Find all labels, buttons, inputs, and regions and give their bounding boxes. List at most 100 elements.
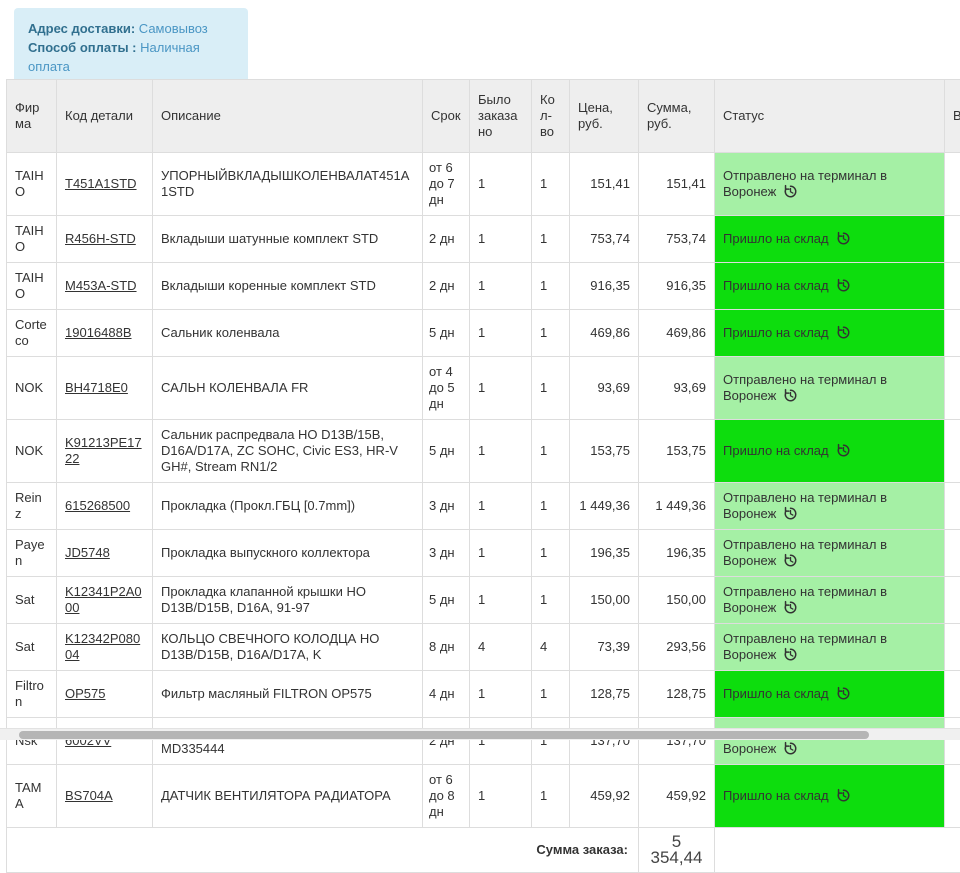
col-header-ordered: Было заказано	[470, 80, 532, 153]
price-cell: 150,00	[570, 577, 639, 624]
ordered-cell: 1	[470, 263, 532, 310]
history-icon	[783, 184, 798, 199]
brand-cell: NOK	[7, 420, 57, 483]
sum-cell: 153,75	[639, 420, 715, 483]
qty-cell: 1	[532, 483, 570, 530]
status-label: Пришло на склад	[723, 278, 829, 293]
status-cell: Отправлено на терминал в Воронеж	[715, 153, 945, 216]
col-header-code: Код детали	[57, 80, 153, 153]
table-row: TAIHO R456H-STD Вкладыши шатунные компле…	[7, 216, 960, 263]
sum-cell: 459,92	[639, 765, 715, 828]
marks-cell	[945, 671, 960, 718]
term-cell: 4 дн	[423, 671, 470, 718]
price-cell: 1 449,36	[570, 483, 639, 530]
ordered-cell: 1	[470, 420, 532, 483]
brand-cell: Filtron	[7, 671, 57, 718]
order-total-value: 5 354,44	[639, 828, 715, 873]
order-table: Фирма Код детали Описание Срок Было зака…	[6, 79, 960, 873]
history-icon	[783, 647, 798, 662]
status-cell: Отправлено на терминал в Воронеж	[715, 718, 945, 765]
marks-cell	[945, 263, 960, 310]
marks-cell	[945, 216, 960, 263]
price-cell: 128,75	[570, 671, 639, 718]
ordered-cell: 1	[470, 765, 532, 828]
ordered-cell: 1	[470, 310, 532, 357]
code-cell: K12341P2A000	[57, 577, 153, 624]
status-label: Пришло на склад	[723, 231, 829, 246]
delivery-address-value: Самовывоз	[139, 21, 208, 36]
status-label: Отправлено на терминал в Воронеж	[723, 584, 887, 615]
term-cell: от 4 до 5 дн	[423, 357, 470, 420]
sum-cell: 93,69	[639, 357, 715, 420]
qty-cell: 1	[532, 765, 570, 828]
description-cell: 6002VV Подшипник маховика 15*32*9 MD3354…	[153, 718, 423, 765]
code-cell: 19016488B	[57, 310, 153, 357]
price-cell: 196,35	[570, 530, 639, 577]
col-header-term: Срок	[423, 80, 470, 153]
history-icon	[783, 388, 798, 403]
marks-cell	[945, 153, 960, 216]
part-code-link[interactable]: BS704A	[65, 788, 113, 803]
status-cell: Пришло на склад	[715, 310, 945, 357]
table-row: Corteco 19016488B Сальник коленвала 5 дн…	[7, 310, 960, 357]
part-code-link[interactable]: OP575	[65, 686, 105, 701]
term-cell: 2 дн	[423, 216, 470, 263]
part-code-link[interactable]: K12342P08004	[65, 631, 140, 662]
qty-cell: 1	[532, 530, 570, 577]
horizontal-scrollbar[interactable]	[0, 728, 960, 740]
order-table-container: Фирма Код детали Описание Срок Было зака…	[6, 79, 960, 873]
status-label: Пришло на склад	[723, 443, 829, 458]
part-code-link[interactable]: BH4718E0	[65, 380, 128, 395]
qty-cell: 1	[532, 671, 570, 718]
brand-cell: Reinz	[7, 483, 57, 530]
sum-cell: 150,00	[639, 577, 715, 624]
history-icon	[836, 325, 851, 340]
status-cell: Пришло на склад	[715, 765, 945, 828]
ordered-cell: 1	[470, 577, 532, 624]
brand-cell: NOK	[7, 357, 57, 420]
status-cell: Пришло на склад	[715, 671, 945, 718]
brand-cell: TAIHO	[7, 216, 57, 263]
col-header-marks: Ваши метки	[945, 80, 960, 153]
history-icon	[836, 788, 851, 803]
table-row: Sat K12342P08004 КОЛЬЦО СВЕЧНОГО КОЛОДЦА…	[7, 624, 960, 671]
part-code-link[interactable]: 615268500	[65, 498, 130, 513]
brand-cell: TAMA	[7, 765, 57, 828]
history-icon	[836, 278, 851, 293]
qty-cell: 1	[532, 357, 570, 420]
part-code-link[interactable]: T451A1STD	[65, 176, 137, 191]
sum-cell: 916,35	[639, 263, 715, 310]
scrollbar-thumb[interactable]	[19, 731, 869, 739]
price-cell: 916,35	[570, 263, 639, 310]
history-icon	[783, 506, 798, 521]
price-cell: 73,39	[570, 624, 639, 671]
code-cell: BS704A	[57, 765, 153, 828]
brand-cell: Sat	[7, 577, 57, 624]
part-code-link[interactable]: 19016488B	[65, 325, 132, 340]
description-cell: Вкладыши шатунные комплект STD	[153, 216, 423, 263]
part-code-link[interactable]: K91213PE1722	[65, 435, 142, 466]
term-cell: от 6 до 7 дн	[423, 153, 470, 216]
part-code-link[interactable]: M453A-STD	[65, 278, 137, 293]
code-cell: K12342P08004	[57, 624, 153, 671]
price-cell: 137,70	[570, 718, 639, 765]
brand-cell: TAIHO	[7, 263, 57, 310]
part-code-link[interactable]: JD5748	[65, 545, 110, 560]
table-row: TAIHO M453A-STD Вкладыши коренные компле…	[7, 263, 960, 310]
col-header-qty: Кол-во	[532, 80, 570, 153]
marks-cell	[945, 420, 960, 483]
col-header-sum: Сумма, руб.	[639, 80, 715, 153]
payment-method-label: Способ оплаты :	[28, 40, 137, 55]
status-label: Пришло на склад	[723, 686, 829, 701]
marks-cell	[945, 357, 960, 420]
sum-cell: 128,75	[639, 671, 715, 718]
part-code-link[interactable]: R456H-STD	[65, 231, 136, 246]
status-label: Пришло на склад	[723, 788, 829, 803]
description-cell: Фильтр масляный FILTRON OP575	[153, 671, 423, 718]
price-cell: 151,41	[570, 153, 639, 216]
status-cell: Отправлено на терминал в Воронеж	[715, 624, 945, 671]
col-header-price: Цена, руб.	[570, 80, 639, 153]
status-cell: Пришло на склад	[715, 420, 945, 483]
part-code-link[interactable]: K12341P2A000	[65, 584, 142, 615]
history-icon	[783, 741, 798, 756]
